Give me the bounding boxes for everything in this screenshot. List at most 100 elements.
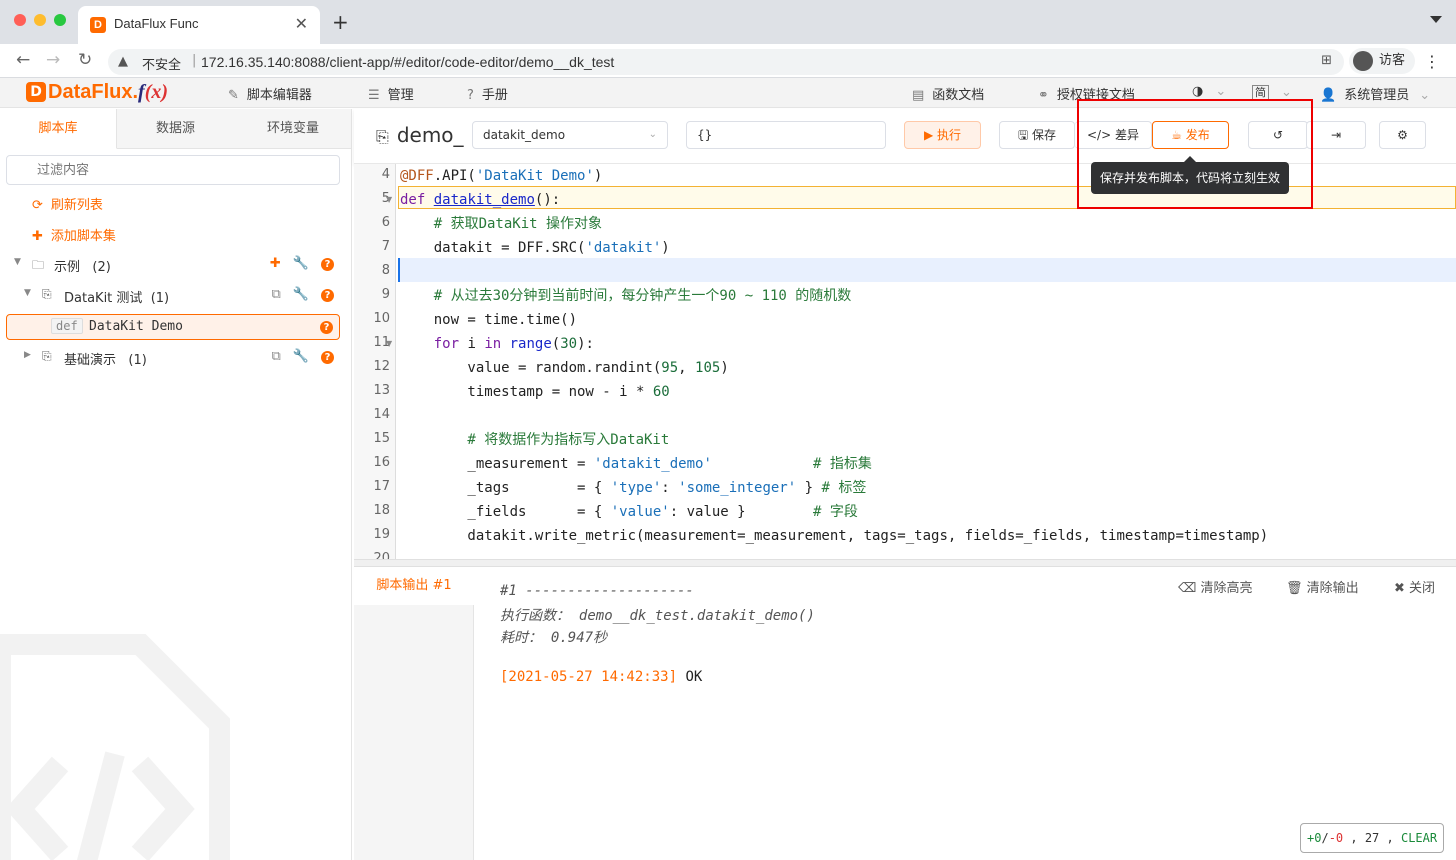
line-number: 9 <box>381 287 390 302</box>
copy-icon[interactable]: ⧉ <box>272 287 281 302</box>
book-icon: ▤ <box>912 88 925 103</box>
code-line: for i in range(30): <box>433 336 594 352</box>
sidebar: 脚本库 数据源 环境变量 ⟳刷新列表 ✚添加脚本集 ▼ 🗀 示例 (2) ✚ 🔧?… <box>0 109 352 860</box>
run-button[interactable]: ▶ 执行 <box>904 121 981 149</box>
help-icon[interactable]: ? <box>321 258 334 271</box>
caret-right-icon[interactable]: ▶ <box>24 350 31 360</box>
line-number: 8 <box>381 263 390 278</box>
tab-script-lib[interactable]: 脚本库 <box>0 109 117 149</box>
tree-item-example[interactable]: ▼ 🗀 示例 (2) ✚ 🔧? <box>6 252 340 278</box>
save-button[interactable]: 🖫 保存 <box>999 121 1075 149</box>
close-window-button[interactable] <box>14 14 26 26</box>
copy-icon[interactable]: ⧉ <box>272 349 281 364</box>
help-icon[interactable]: ? <box>320 321 333 334</box>
eraser-icon: ⌫ <box>1178 581 1197 596</box>
chevron-down-icon: ⌄ <box>1419 88 1431 103</box>
annotation-highlight-box <box>1077 99 1313 209</box>
nav-manual[interactable]: ? 手册 <box>467 84 508 103</box>
script-file-icon: ⎘ <box>42 349 52 363</box>
reload-icon[interactable]: ↻ <box>78 50 92 70</box>
back-icon[interactable]: ← <box>16 50 30 70</box>
output-header: #1 -------------------- <box>500 583 694 599</box>
profile-button[interactable]: 访客 <box>1349 48 1416 74</box>
output-tab-list: 脚本输出 #1 <box>354 567 474 860</box>
language-select[interactable]: 简 ⌄ <box>1252 84 1292 100</box>
add-icon[interactable]: ✚ <box>270 256 281 271</box>
theme-toggle[interactable]: ◑ ⌄ <box>1192 84 1226 99</box>
nav-manage[interactable]: ☰ 管理 <box>368 84 414 103</box>
minimize-window-button[interactable] <box>34 14 46 26</box>
code-line: # 将数据作为指标写入DataKit <box>400 432 670 448</box>
tree-tools: ✚ 🔧? <box>258 256 334 271</box>
line-number: 13 <box>373 383 390 398</box>
help-icon[interactable]: ? <box>321 351 334 364</box>
wrench-icon[interactable]: 🔧 <box>293 256 309 271</box>
avatar-icon <box>1353 51 1373 71</box>
address-bar[interactable]: ▲ 不安全 | 172.16.35.140:8088/client-app/#/… <box>108 49 1344 75</box>
tree-item-basic-demo[interactable]: ▶ ⎘ 基础演示 (1) ⧉ 🔧? <box>6 345 340 371</box>
wrench-icon[interactable]: 🔧 <box>293 349 309 364</box>
caret-down-icon[interactable]: ▼ <box>24 288 31 298</box>
settings-button[interactable]: ⚙ <box>1379 121 1426 149</box>
line-number: 6 <box>381 215 390 230</box>
user-menu[interactable]: 👤 系统管理员 ⌄ <box>1320 84 1430 103</box>
save-icon: 🖫 <box>1017 128 1029 142</box>
play-icon: ▶ <box>923 128 934 142</box>
help-icon[interactable]: ? <box>321 289 334 302</box>
browser-menu-icon[interactable]: ⋮ <box>1424 52 1440 71</box>
url-text: 172.16.35.140:8088/client-app/#/editor/c… <box>201 54 615 70</box>
translate-icon[interactable]: ⊞ <box>1321 53 1332 68</box>
close-output-button[interactable]: ✖ 关闭 <box>1394 577 1435 596</box>
link-icon: ⚭ <box>1038 88 1049 103</box>
plus-icon: ✚ <box>32 229 43 244</box>
fold-icon[interactable]: ▼ <box>386 195 392 204</box>
close-tab-icon[interactable]: ✕ <box>295 14 308 33</box>
code-editor[interactable]: 4 5 ▼ 6 7 8 9 10 11 ▼ 12 13 14 15 16 17 … <box>354 164 1456 559</box>
tree-item-label: DataKit Demo <box>89 319 183 334</box>
clear-highlight-button[interactable]: ⌫ 清除高亮 <box>1178 577 1253 596</box>
caret-down-icon[interactable]: ▼ <box>14 257 21 267</box>
fold-icon[interactable]: ▼ <box>386 339 392 348</box>
new-tab-icon[interactable]: + <box>332 10 349 34</box>
forward-icon[interactable]: → <box>46 50 60 70</box>
nav-script-editor[interactable]: ✎ 脚本编辑器 <box>228 84 312 103</box>
code-file-watermark-icon <box>0 634 230 860</box>
profile-label: 访客 <box>1379 53 1406 68</box>
filter-input[interactable] <box>6 155 340 185</box>
tab-data-source[interactable]: 数据源 <box>117 109 234 149</box>
output-tab[interactable]: 脚本输出 #1 <box>354 567 474 605</box>
warning-icon: ▲ <box>118 54 128 69</box>
manage-icon: ☰ <box>368 88 380 103</box>
wrench-icon[interactable]: 🔧 <box>293 287 309 302</box>
def-badge: def <box>51 318 83 334</box>
output-panel: 脚本输出 #1 #1 -------------------- 执行函数： de… <box>354 567 1456 860</box>
panel-splitter[interactable] <box>354 559 1456 567</box>
line-number: 14 <box>373 407 390 422</box>
tab-env-vars[interactable]: 环境变量 <box>234 109 351 149</box>
chevron-down-icon: ⌄ <box>648 129 657 140</box>
tree-tools: ⧉ 🔧? <box>260 287 334 302</box>
code-line: # 获取DataKit 操作对象 <box>400 216 603 232</box>
script-file-icon: ⎘ <box>42 287 52 301</box>
code-line: @DFF.API('DataKit Demo') <box>400 168 603 184</box>
refresh-list-button[interactable]: ⟳ 刷新列表 <box>32 194 103 213</box>
code-line: datakit.write_metric(measurement=_measur… <box>400 528 1269 544</box>
exit-button[interactable]: ⇥ <box>1306 121 1366 149</box>
tab-search-icon[interactable] <box>1430 16 1442 23</box>
clear-output-button[interactable]: 🗑 清除输出 <box>1286 577 1359 596</box>
tree-item-datakit-test[interactable]: ▼ ⎘ DataKit 测试 (1) ⧉ 🔧? <box>6 283 340 309</box>
tree-tools: ? <box>308 319 333 334</box>
line-number: 18 <box>373 503 390 518</box>
contrast-icon: ◑ <box>1192 84 1204 99</box>
function-select[interactable]: datakit_demo ⌄ <box>472 121 668 149</box>
args-input[interactable]: {} <box>686 121 886 149</box>
add-script-set-button[interactable]: ✚ 添加脚本集 <box>32 225 116 244</box>
func-docs-link[interactable]: ▤ 函数文档 <box>912 84 984 103</box>
maximize-window-button[interactable] <box>54 14 66 26</box>
browser-tabbar: D DataFlux Func ✕ + <box>0 0 1456 44</box>
code-line: # 从过去30分钟到当前时间，每分钟产生一个90 ~ 110 的随机数 <box>400 288 852 304</box>
browser-tab[interactable]: D DataFlux Func ✕ <box>78 6 320 44</box>
chevron-down-icon: ⌄ <box>1215 84 1227 99</box>
tree-item-datakit-demo[interactable]: def DataKit Demo ? <box>6 314 340 340</box>
